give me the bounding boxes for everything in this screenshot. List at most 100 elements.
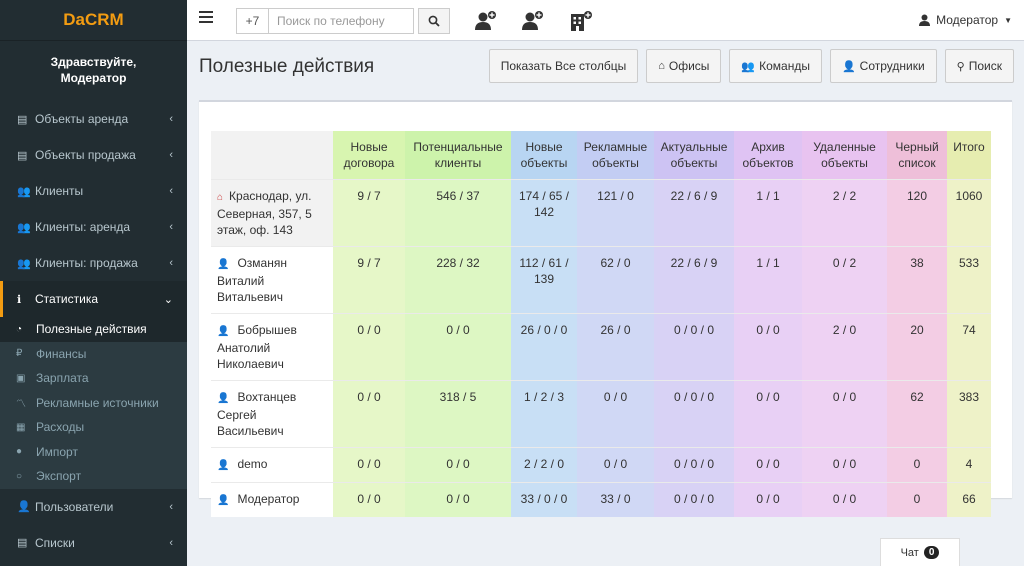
column-header-actual-objects[interactable]: Актуальные объекты [654,131,734,180]
cell-value: 383 [947,380,991,448]
row-name-line: Озманян [237,256,287,270]
users-icon: 👥 [17,185,31,198]
employee-name-cell[interactable]: 👤 Озманян Виталий Витальевич [211,246,333,314]
sidebar-item-lists[interactable]: ▤ Списки ‹ [0,525,187,561]
subitem-salary[interactable]: ▣ Зарплата [0,366,187,391]
phone-search-input[interactable] [268,8,414,34]
sidebar-nav-bottom: 👤 Пользователи ‹ ▤ Списки ‹ [0,489,187,561]
sidebar-item-clients-rent[interactable]: 👥 Клиенты: аренда ‹ [0,209,187,245]
subitem-finances[interactable]: ₽ Финансы [0,342,187,367]
cell-value: 74 [947,313,991,381]
add-client-button[interactable] [520,10,546,32]
sidebar-item-statistics[interactable]: ℹ Статистика ⌄ [0,281,187,317]
column-header-new-objects[interactable]: Новые объекты [511,131,577,180]
user-icon: 👤 [217,393,230,404]
sidebar-item-label: Объекты аренда [35,112,129,126]
sidebar-item-label: Объекты продажа [35,148,136,162]
subitem-ad-sources[interactable]: 〽 Рекламные источники [0,391,187,416]
employee-name-cell[interactable]: 👤 Модератор [211,482,333,517]
add-building-icon [571,11,592,31]
subitem-export[interactable]: ○ Экспорт [0,464,187,489]
sidebar-item-label: Клиенты: продажа [35,256,138,270]
cell-value: 4 [947,447,991,483]
button-label: Сотрудники [859,59,925,73]
column-header-ad-objects[interactable]: Рекламные объекты [577,131,654,180]
subitem-label: Рекламные источники [36,395,159,410]
sidebar-item-clients-sale[interactable]: 👥 Клиенты: продажа ‹ [0,245,187,281]
menu-toggle-icon[interactable] [199,11,213,23]
cell-value: 0 / 0 [333,313,405,381]
dashboard-icon: ◔ [16,323,23,335]
sidebar-item-objects-sale[interactable]: ▤ Объекты продажа ‹ [0,137,187,173]
user-icon: 👤 [217,326,230,337]
add-client-icon [522,11,543,30]
cell-value: 0 / 0 [333,380,405,448]
cell-value: 0 / 0 [802,482,887,517]
column-header-deleted[interactable]: Удаленные объекты [802,131,887,180]
offices-button[interactable]: ⌂ Офисы [646,49,722,83]
teams-button[interactable]: 👥 Команды [729,49,822,83]
chat-widget[interactable]: Чат 0 [880,538,960,566]
cell-value: 120 [887,179,947,247]
subitem-label: Финансы [36,346,87,361]
row-name-line: demo [237,457,268,471]
employee-name-cell[interactable]: 👤 Вохтанцев Сергей Васильевич [211,380,333,448]
sidebar-nav: ▤ Объекты аренда ‹ ▤ Объекты продажа ‹ 👥 Клие… [0,101,187,317]
row-name-line: Модератор [237,492,300,506]
chevron-left-icon: ‹ [169,149,173,161]
app-logo[interactable]: DaCRM [0,0,187,41]
row-name-line: Сергей [217,408,257,422]
phone-search-button[interactable] [418,8,450,34]
office-name-cell[interactable]: ⌂ Краснодар, ул. Северная, 357, 5 этаж, оф.… [211,179,333,247]
caret-down-icon: ▼ [1004,15,1012,25]
cell-value: 0 [887,482,947,517]
column-header-total[interactable]: Итого [947,131,991,180]
cell-value: 0 / 0 [333,447,405,483]
circle-outline-icon: ○ [16,470,23,482]
cell-value: 1 / 1 [734,246,802,314]
header-line: Архив [751,140,785,154]
sidebar-item-objects-rent[interactable]: ▤ Объекты аренда ‹ [0,101,187,137]
cell-value: 0 / 0 [802,380,887,448]
employees-button[interactable]: 👤 Сотрудники [829,49,937,83]
list-icon: ▤ [17,537,28,549]
user-icon [919,14,931,26]
ruble-icon: ₽ [16,348,23,360]
show-all-columns-button[interactable]: Показать Все столбцы [488,49,639,83]
button-label: Офисы [668,59,710,73]
chevron-left-icon: ‹ [169,221,173,233]
column-header-archive[interactable]: Архив объектов [734,131,802,180]
sidebar-item-label: Клиенты: аренда [35,220,131,234]
employee-name-cell[interactable]: 👤 demo [211,447,333,483]
row-name-line: Васильевич [217,424,284,438]
subitem-expenses[interactable]: ▦ Расходы [0,415,187,440]
column-header-potential-clients[interactable]: Потенциальные клиенты [405,131,511,180]
column-header-name [211,131,333,180]
sidebar-item-label: Списки [35,535,75,550]
subitem-useful-actions[interactable]: ◔ Полезные действия [0,317,187,342]
header-line: Потенциальные [413,140,503,154]
line-chart-icon: 〽 [16,399,26,411]
subitem-import[interactable]: ● Импорт [0,440,187,465]
cell-value: 26 / 0 [577,313,654,381]
add-user-button[interactable] [473,10,499,32]
add-object-button[interactable] [569,10,595,32]
cell-value: 112 / 61 / 139 [511,246,577,314]
phone-prefix: +7 [236,8,268,34]
statistics-submenu: ◔ Полезные действия ₽ Финансы ▣ Зарплата 〽 Р… [0,317,187,489]
employee-name-cell[interactable]: 👤 Бобрышев Анатолий Николаевич [211,313,333,381]
row-name-line: Николаевич [217,357,284,371]
sidebar: DaCRM Здравствуйте, Модератор ▤ Объекты а… [0,0,187,566]
sidebar-item-clients[interactable]: 👥 Клиенты ‹ [0,173,187,209]
cell-value: 0 / 0 / 0 [654,482,734,517]
cell-value: 533 [947,246,991,314]
header-line: объекты [520,156,568,170]
sidebar-item-users[interactable]: 👤 Пользователи ‹ [0,489,187,525]
cell-line: 112 / 61 / [519,256,569,270]
column-header-new-contracts[interactable]: Новые договора [333,131,405,180]
user-menu[interactable]: Модератор ▼ [919,13,1012,27]
search-button[interactable]: ⚲ Поиск [944,49,1014,83]
column-header-blacklist[interactable]: Черный список [887,131,947,180]
header-toolbar: Показать Все столбцы ⌂ Офисы 👥 Команды 👤 Со… [481,49,1014,83]
chevron-down-icon: ⌄ [163,293,173,306]
